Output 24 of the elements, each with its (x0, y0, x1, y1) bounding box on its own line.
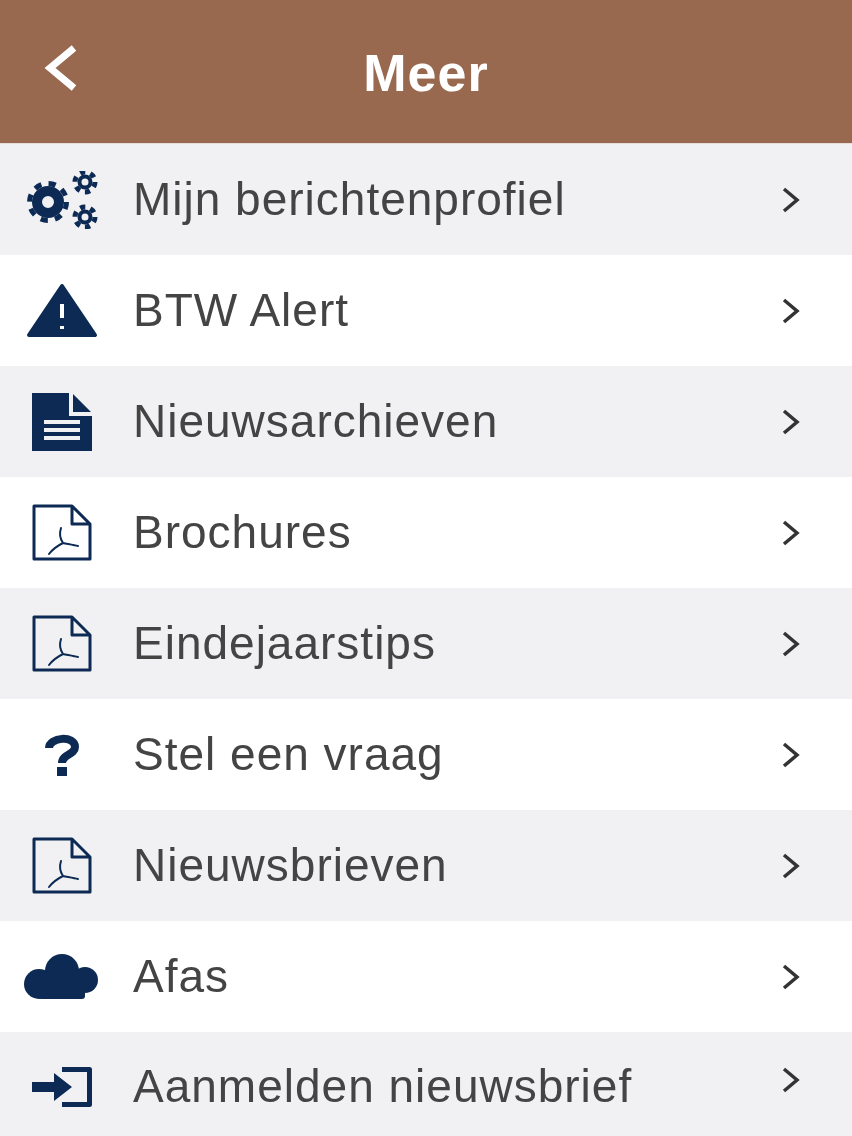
chevron-right-icon (782, 519, 800, 546)
chevron-right-icon (782, 963, 800, 990)
menu-item[interactable]: Eindejaarstips (0, 588, 852, 699)
chevron-right-icon (782, 630, 800, 657)
pdf-file-icon (32, 615, 92, 672)
chevron-right-icon (782, 1067, 800, 1093)
menu-item[interactable]: Aanmelden nieuwsbrief (0, 1032, 852, 1136)
warning-icon (26, 283, 98, 338)
document-icon (32, 392, 92, 451)
chevron-right-icon (782, 186, 800, 213)
pdf-file-icon (32, 837, 92, 894)
sign-in-icon (32, 1067, 92, 1107)
chevron-right-icon (782, 741, 800, 768)
pdf-file-icon (32, 504, 92, 561)
gears-icon (24, 170, 100, 229)
page-title: Meer (363, 42, 489, 103)
chevron-right-icon (782, 408, 800, 435)
chevron-right-icon (782, 852, 800, 879)
question-icon (45, 733, 79, 776)
menu-item[interactable]: Mijn berichtenprofiel (0, 144, 852, 255)
menu-item[interactable]: Nieuwsarchieven (0, 366, 852, 477)
chevron-right-icon (782, 297, 800, 324)
cloud-icon (24, 954, 100, 999)
menu-item[interactable]: Nieuwsbrieven (0, 810, 852, 921)
